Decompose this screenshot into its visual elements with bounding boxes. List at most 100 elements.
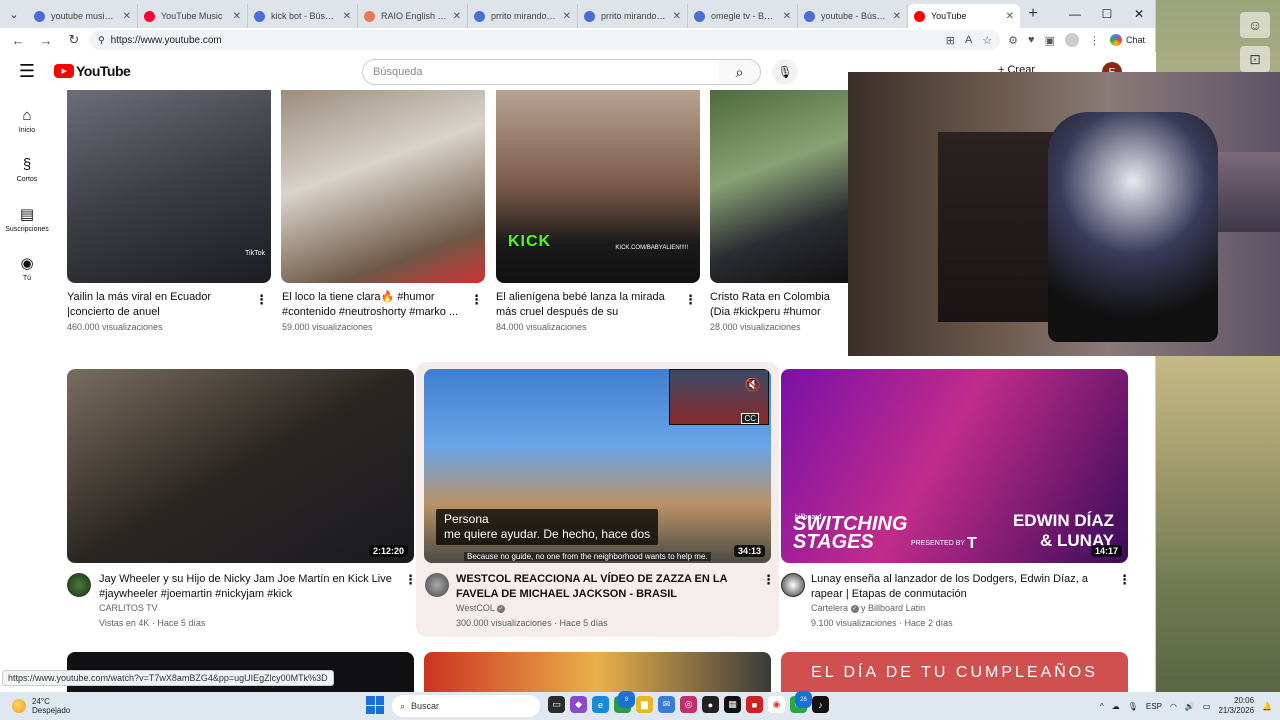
video-thumbnail[interactable]: TikTok <box>67 90 271 283</box>
install-app-icon[interactable]: ⊞ <box>946 34 955 47</box>
translate-icon[interactable]: A <box>965 34 972 47</box>
browser-tab[interactable]: YouTube ✕ <box>908 4 1020 28</box>
profile-icon[interactable] <box>1064 33 1079 47</box>
video-thumbnail[interactable]: 2:12:20 <box>67 369 414 563</box>
browser-tab[interactable]: youtube music - Bú ✕ <box>28 4 138 28</box>
video-title[interactable]: Yailin la más viral en Ecuador |conciert… <box>67 290 247 320</box>
browser-tab[interactable]: prrito mirando de re ✕ <box>578 4 688 28</box>
copilot-app-icon[interactable]: ◆ <box>570 696 587 713</box>
browser-tab[interactable]: kick bot - Búsqueda ✕ <box>248 4 358 28</box>
collections-icon[interactable]: ▣ <box>1045 34 1055 47</box>
captions-button[interactable]: CC <box>741 413 759 424</box>
video-thumbnail[interactable]: billboard SWITCHING STAGES PRESENTED BY … <box>781 369 1128 563</box>
youtube-logo[interactable]: ▶ YouTube <box>54 63 131 79</box>
video-title[interactable]: Jay Wheeler y su Hijo de Nicky Jam Joe M… <box>99 572 394 602</box>
video-thumbnail[interactable] <box>424 652 771 692</box>
video-thumbnail[interactable] <box>281 90 485 283</box>
close-icon[interactable]: ✕ <box>1123 0 1155 28</box>
channel-avatar[interactable] <box>67 573 91 597</box>
desktop-shortcut-icon[interactable]: ☺ <box>1240 12 1270 38</box>
voice-search-icon[interactable]: 🎙 <box>772 59 798 85</box>
more-options-icon[interactable]: ⋮ <box>404 572 417 588</box>
sidebar-item-suscripciones[interactable]: ▤ Suscripciones <box>0 194 54 243</box>
video-title[interactable]: El alienígena bebé lanza la mirada más c… <box>496 290 678 320</box>
start-button[interactable] <box>366 696 384 714</box>
wifi-icon[interactable]: ◠ <box>1170 702 1177 711</box>
language-indicator[interactable]: ESP <box>1146 702 1162 711</box>
browser-tab[interactable]: prrito mirando de re ✕ <box>468 4 578 28</box>
browser-tab[interactable]: YouTube Music ✕ <box>138 4 248 28</box>
more-options-icon[interactable]: ⋮ <box>470 292 483 308</box>
more-options-icon[interactable]: ⋮ <box>762 572 775 588</box>
site-info-icon[interactable]: ⚲ <box>98 35 105 46</box>
tab-close-icon[interactable]: ✕ <box>343 11 351 22</box>
video-title[interactable]: Cristo Rata en Colombia (Dia #kickperu #… <box>710 290 848 320</box>
tab-close-icon[interactable]: ✕ <box>233 11 241 22</box>
back-icon[interactable]: ← <box>6 29 30 51</box>
mail-icon[interactable]: ✉ <box>658 696 675 713</box>
game-app-icon[interactable]: ▦ <box>724 696 741 713</box>
channel-name[interactable]: WestCOL ✓ <box>456 601 506 616</box>
tab-close-icon[interactable]: ✕ <box>893 11 901 22</box>
tab-close-icon[interactable]: ✕ <box>123 11 131 22</box>
tab-close-icon[interactable]: ✕ <box>453 11 461 22</box>
desktop-shortcut-icon[interactable]: ⊡ <box>1240 46 1270 72</box>
bookmark-star-icon[interactable]: ☆ <box>982 34 992 47</box>
tab-close-icon[interactable]: ✕ <box>783 11 791 22</box>
browser-tab[interactable]: youtube - Búsqueda ✕ <box>798 4 908 28</box>
more-options-icon[interactable]: ⋮ <box>1118 572 1131 588</box>
extensions-icon[interactable]: ⚙ <box>1008 34 1018 47</box>
tab-close-icon[interactable]: ✕ <box>1006 11 1014 22</box>
hamburger-menu-icon[interactable]: ☰ <box>0 61 54 82</box>
volume-icon[interactable]: 🔊 <box>1185 702 1195 711</box>
tiktok-icon[interactable]: ♪ <box>812 696 829 713</box>
taskbar-search[interactable]: ⌕ Buscar <box>392 695 540 717</box>
file-explorer-icon[interactable]: ▆ <box>636 696 653 713</box>
tab-search-icon[interactable]: ⌄ <box>0 0 28 28</box>
task-view-icon[interactable]: ▭ <box>548 696 565 713</box>
reload-icon[interactable]: ↻ <box>62 29 86 51</box>
channel-avatar[interactable] <box>781 573 805 597</box>
clock[interactable]: 20:06 21/3/2026 <box>1218 696 1254 716</box>
mute-icon[interactable]: 🔇 <box>745 377 761 393</box>
video-title[interactable]: WESTCOL REACCIONA AL VÍDEO DE ZAZZA EN L… <box>456 572 756 602</box>
sidebar-item-inicio[interactable]: ⌂ Inicio <box>0 96 54 145</box>
whatsapp-icon[interactable]: ✆26 <box>790 691 812 713</box>
video-title[interactable]: Lunay enseña al lanzador de los Dodgers,… <box>811 572 1116 602</box>
video-thumbnail[interactable]: EL DÍA DE TU CUMPLEAÑOS <box>781 652 1128 692</box>
more-options-icon[interactable]: ⋮ <box>684 292 697 308</box>
search-button[interactable]: ⌕ <box>719 59 761 85</box>
battery-icon[interactable]: ▭ <box>1203 702 1211 711</box>
video-thumbnail[interactable]: KICK KICK.COM/BABYALIEN!!!!! <box>496 90 700 283</box>
menu-icon[interactable]: ⋮ <box>1089 34 1100 47</box>
chevron-up-icon[interactable]: ^ <box>1100 702 1104 711</box>
onedrive-icon[interactable]: ☁ <box>1112 702 1120 711</box>
sidebar-item-tú[interactable]: ◉ Tú <box>0 243 54 292</box>
channel-avatar[interactable] <box>425 573 449 597</box>
channel-name[interactable]: Cartelera ✓ y Billboard Latin <box>811 601 925 616</box>
channel-name[interactable]: CARLITOS TV <box>99 601 158 616</box>
new-tab-button[interactable]: + <box>1020 5 1046 23</box>
video-preview-player[interactable]: 🔇 CC Persona me quiere ayudar. De hecho,… <box>424 369 771 563</box>
more-options-icon[interactable]: ⋮ <box>255 292 268 308</box>
browser-tab[interactable]: omegle tv - Búsqueda ✕ <box>688 4 798 28</box>
edge-icon[interactable]: e <box>592 696 609 713</box>
weather-widget[interactable]: 24°C Despejado <box>0 697 200 715</box>
office-app-icon[interactable]: ■ <box>746 696 763 713</box>
tab-close-icon[interactable]: ✕ <box>563 11 571 22</box>
chrome-icon[interactable]: ◉ <box>768 696 785 713</box>
video-thumbnail[interactable] <box>710 90 850 283</box>
search-input[interactable]: Búsqueda <box>362 59 720 85</box>
minimize-icon[interactable]: — <box>1059 0 1091 28</box>
forward-icon[interactable]: → <box>34 29 58 51</box>
notifications-icon[interactable]: 🔔 <box>1262 702 1272 711</box>
mic-icon[interactable]: 🎙 <box>1128 702 1138 711</box>
maximize-icon[interactable]: ☐ <box>1091 0 1123 28</box>
video-title[interactable]: El loco la tiene clara🔥 #humor #contenid… <box>282 290 462 320</box>
chat-button[interactable]: Chat <box>1109 34 1145 46</box>
sidebar-item-cortos[interactable]: § Cortos <box>0 145 54 194</box>
instagram-icon[interactable]: ◎ <box>680 696 697 713</box>
tab-close-icon[interactable]: ✕ <box>673 11 681 22</box>
media-app-icon[interactable]: ● <box>702 696 719 713</box>
favorites-icon[interactable]: ♥ <box>1028 34 1035 46</box>
